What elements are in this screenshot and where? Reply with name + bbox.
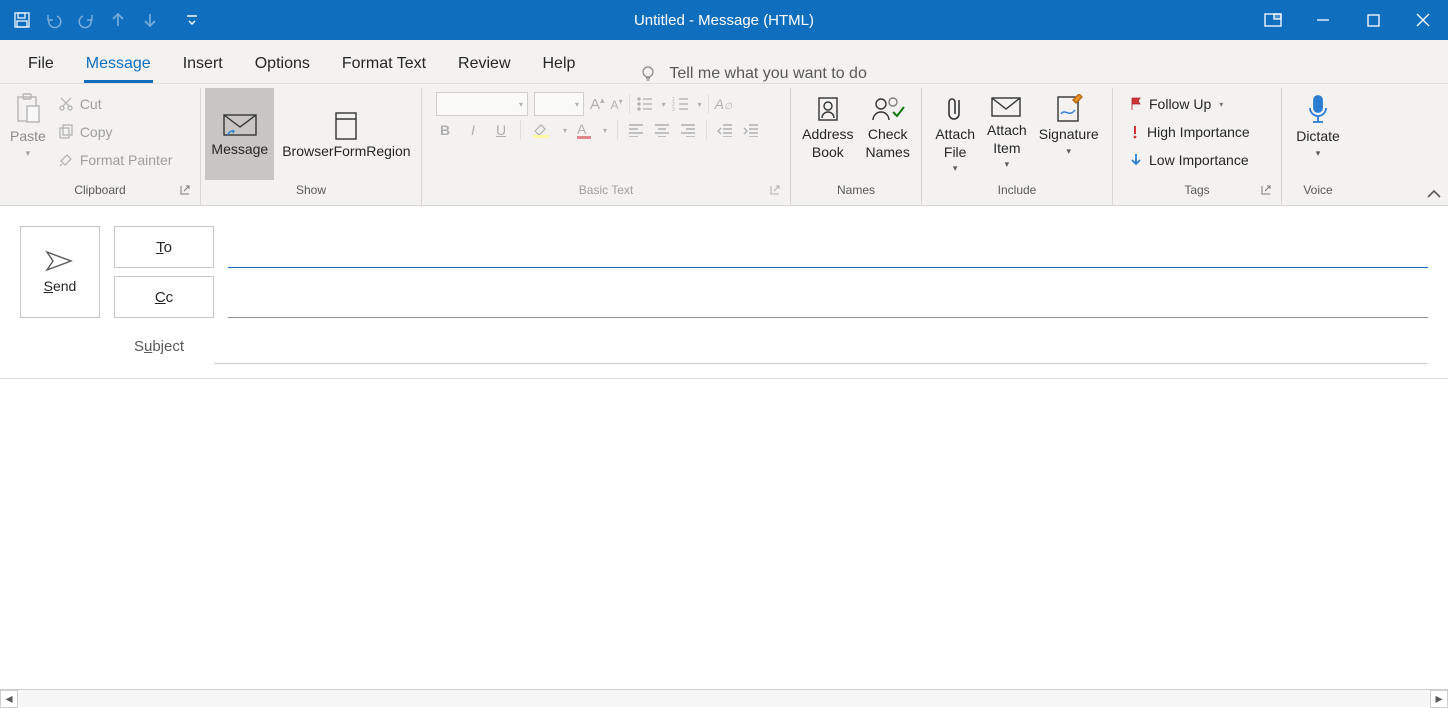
group-show-label: Show <box>205 183 417 205</box>
close-button[interactable] <box>1398 0 1448 40</box>
copy-button[interactable]: Copy <box>52 118 179 146</box>
cc-button[interactable]: Cc <box>114 276 214 318</box>
message-body[interactable] <box>0 378 1448 689</box>
prev-item-icon[interactable] <box>108 10 128 30</box>
paste-button[interactable]: Paste ▾ <box>4 86 52 159</box>
horizontal-scrollbar[interactable]: ◂ ▸ <box>0 689 1448 707</box>
lightbulb-icon <box>639 65 657 83</box>
numbering-icon[interactable]: 123 <box>672 96 690 112</box>
tab-options[interactable]: Options <box>239 45 326 83</box>
signature-button[interactable]: Signature▾ <box>1033 90 1105 157</box>
undo-icon[interactable] <box>44 10 64 30</box>
send-label: end <box>53 278 76 294</box>
bullets-icon[interactable] <box>636 96 654 112</box>
attach-file-button[interactable]: Attach File▾ <box>929 90 981 174</box>
bold-button[interactable]: B <box>436 122 454 138</box>
font-size-select[interactable]: ▾ <box>534 92 584 116</box>
clear-format-icon[interactable]: A∅ <box>715 96 732 112</box>
window-title: Untitled - Message (HTML) <box>0 12 1448 29</box>
group-tags-label: Tags <box>1184 183 1209 197</box>
tab-insert[interactable]: Insert <box>167 45 239 83</box>
subject-field[interactable] <box>214 328 1428 364</box>
compose-header: Send To Cc Subject <box>0 206 1448 372</box>
clipboard-launcher-icon[interactable] <box>180 185 192 197</box>
font-family-select[interactable]: ▾ <box>436 92 528 116</box>
redo-icon[interactable] <box>76 10 96 30</box>
svg-text:3: 3 <box>672 107 675 112</box>
dictate-button[interactable]: Dictate▾ <box>1290 90 1346 159</box>
cut-button[interactable]: Cut <box>52 90 179 118</box>
tab-review[interactable]: Review <box>442 45 526 83</box>
tell-me-input[interactable]: Tell me what you want to do <box>669 65 866 83</box>
basic-text-launcher-icon[interactable] <box>770 185 782 197</box>
tags-launcher-icon[interactable] <box>1261 185 1273 197</box>
highlight-color-icon[interactable] <box>531 121 551 139</box>
group-basic-text-label: Basic Text <box>579 183 633 197</box>
format-painter-button[interactable]: Format Painter <box>52 146 179 174</box>
align-left-icon[interactable] <box>628 123 644 137</box>
group-clipboard-label: Clipboard <box>74 183 125 197</box>
ribbon-body: Paste ▾ Cut Copy Format Painter <box>0 84 1448 206</box>
high-importance-button[interactable]: High Importance <box>1123 118 1256 146</box>
check-names-button[interactable]: Check Names <box>860 90 916 161</box>
address-book-button[interactable]: Address Book <box>796 90 859 161</box>
tab-help[interactable]: Help <box>527 45 592 83</box>
italic-button[interactable]: I <box>464 122 482 138</box>
align-center-icon[interactable] <box>654 123 670 137</box>
ribbon-display-button[interactable] <box>1248 0 1298 40</box>
tab-file[interactable]: File <box>12 45 70 83</box>
send-button[interactable]: Send <box>20 226 100 318</box>
tab-format-text[interactable]: Format Text <box>326 45 442 83</box>
save-icon[interactable] <box>12 10 32 30</box>
collapse-ribbon-icon[interactable] <box>1426 189 1442 201</box>
maximize-button[interactable] <box>1348 0 1398 40</box>
ribbon-tabs: File Message Insert Options Format Text … <box>0 40 1448 84</box>
qat-customize-icon[interactable] <box>182 10 202 30</box>
title-bar: Untitled - Message (HTML) <box>0 0 1448 40</box>
follow-up-button[interactable]: Follow Up▾ <box>1123 90 1229 118</box>
to-field[interactable] <box>228 226 1428 268</box>
align-right-icon[interactable] <box>680 123 696 137</box>
underline-button[interactable]: U <box>492 122 510 138</box>
cc-field[interactable] <box>228 276 1428 318</box>
group-names-label: Names <box>795 183 917 205</box>
grow-font-icon[interactable]: A▴ <box>590 95 605 113</box>
next-item-icon[interactable] <box>140 10 160 30</box>
low-importance-button[interactable]: Low Importance <box>1123 146 1255 174</box>
browser-form-region-button[interactable]: BrowserFormRegion <box>276 88 416 180</box>
attach-item-button[interactable]: Attach Item▾ <box>981 90 1033 170</box>
group-voice-label: Voice <box>1286 183 1350 205</box>
scroll-right-icon[interactable]: ▸ <box>1430 690 1448 708</box>
font-color-icon[interactable]: A <box>577 121 591 139</box>
show-message-button[interactable]: Message <box>205 88 274 180</box>
to-button[interactable]: To <box>114 226 214 268</box>
shrink-font-icon[interactable]: A▾ <box>611 97 623 112</box>
decrease-indent-icon[interactable] <box>717 123 733 137</box>
minimize-button[interactable] <box>1298 0 1348 40</box>
increase-indent-icon[interactable] <box>743 123 759 137</box>
group-include-label: Include <box>926 183 1108 205</box>
scroll-left-icon[interactable]: ◂ <box>0 690 18 708</box>
tab-message[interactable]: Message <box>70 45 167 83</box>
